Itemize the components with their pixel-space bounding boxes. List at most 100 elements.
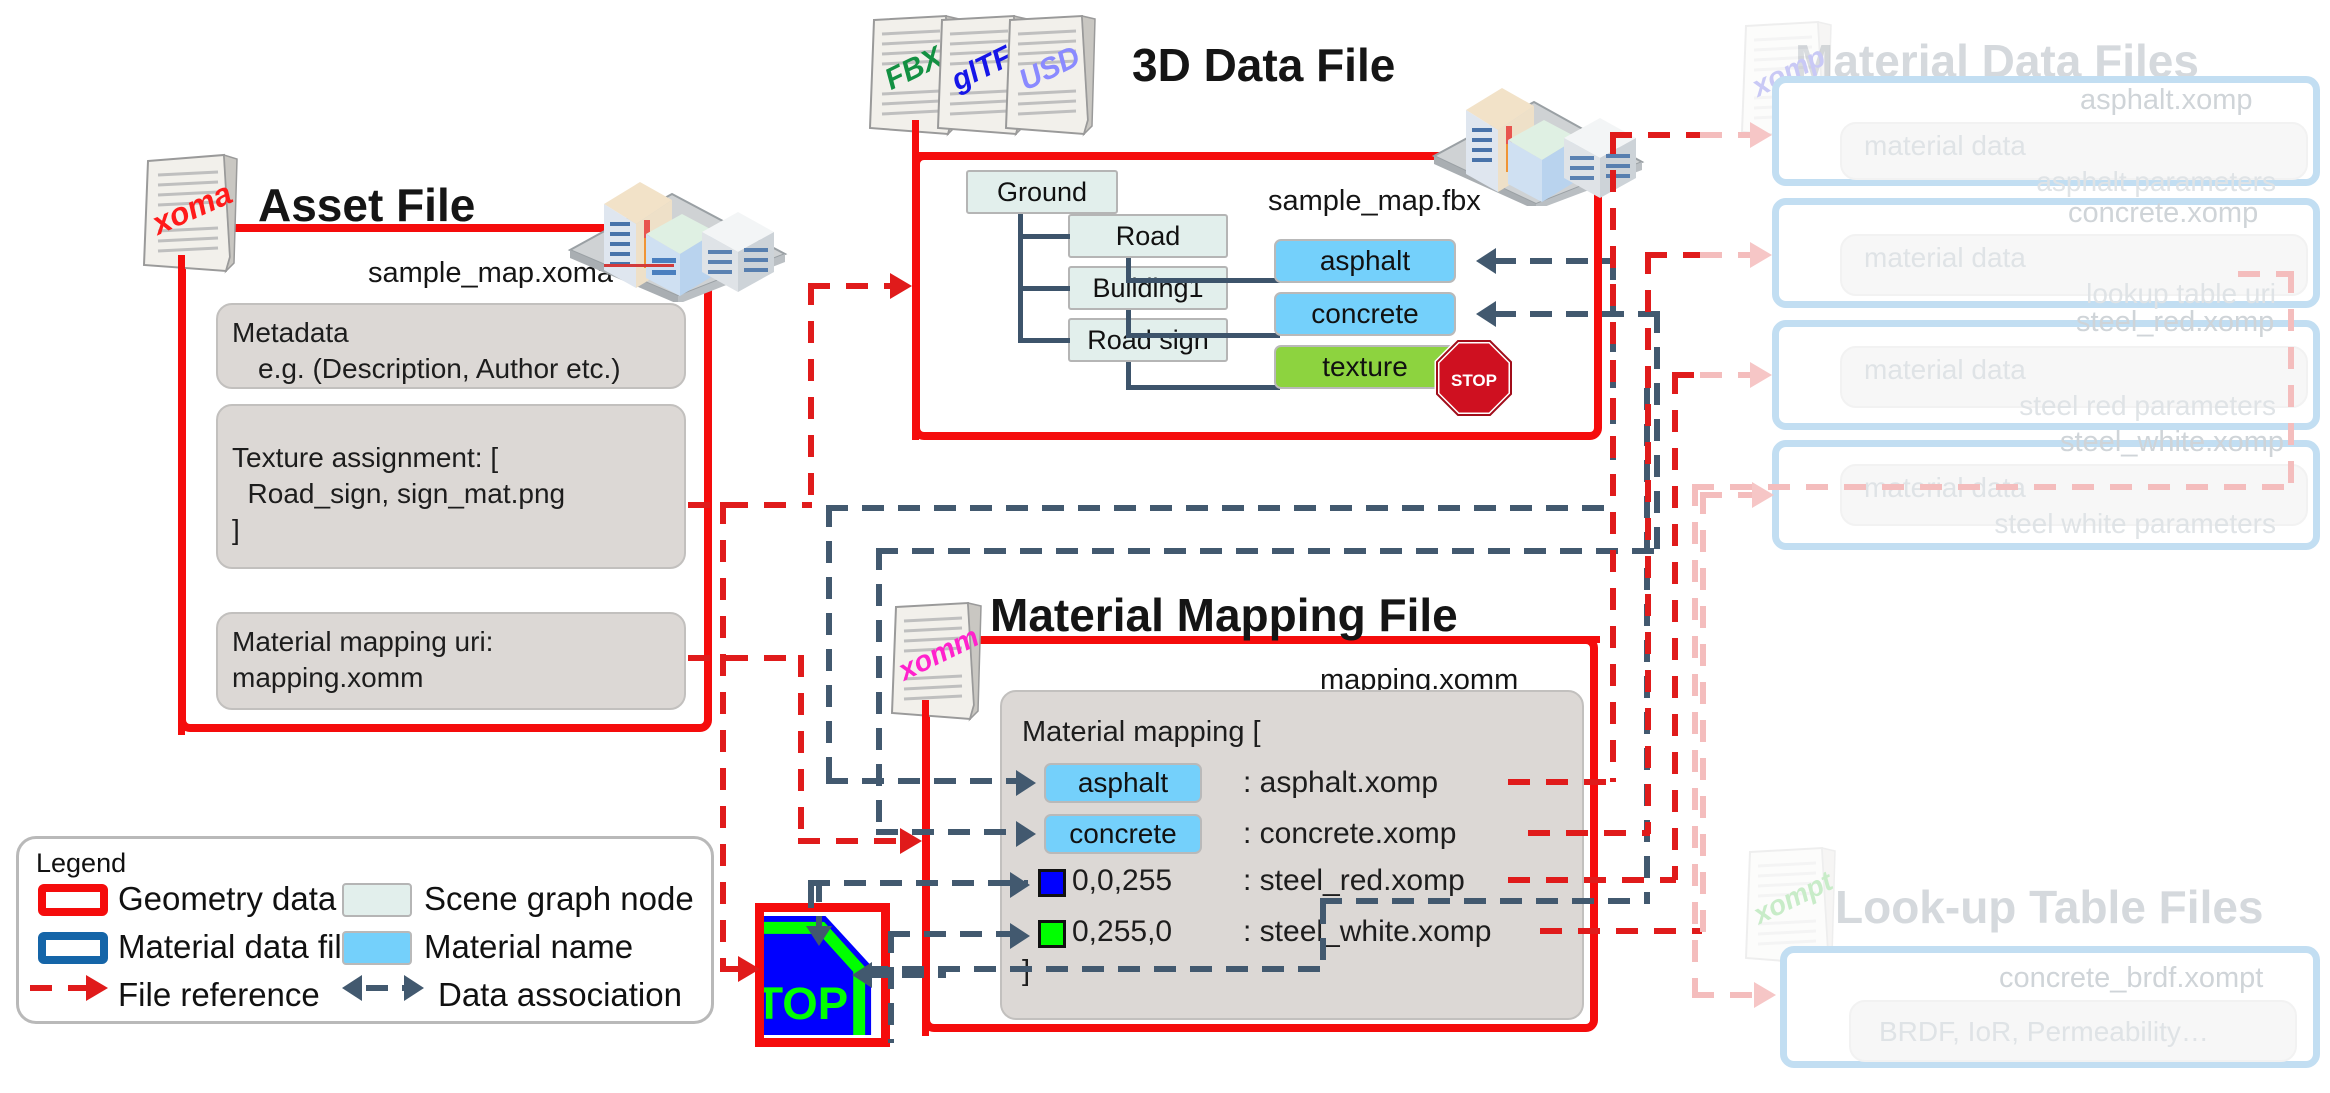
assoc-texture-row-h2: [1320, 898, 1650, 904]
material-data-file-concrete-name: concrete.xomp: [2068, 197, 2259, 229]
assoc-concrete-v: [1654, 311, 1660, 553]
legend-swatch-geometry-data-file: [38, 884, 108, 916]
assoc-steelred-h: [808, 880, 1028, 886]
mapping-header-label: Material mapping [: [1022, 716, 1261, 748]
material-data-file-steel-red-line2: steel red parameters: [2019, 389, 2276, 421]
tree-branch-road: [1018, 234, 1070, 239]
assoc-texture-down-arrow: [806, 926, 832, 946]
svg-text:TOP: TOP: [764, 978, 848, 1029]
assoc-asphalt-h2: [826, 505, 1616, 511]
lookup-table-files-title: Look-up Table Files: [1835, 881, 2264, 933]
mapping-value-steel-red: : steel_red.xomp: [1243, 864, 1465, 897]
ref-asset-to-datafile-arrow: [890, 273, 912, 299]
asset-texture-line3: ]: [232, 513, 240, 545]
scene-node-road-sign[interactable]: Road sign: [1068, 318, 1228, 362]
asset-file-title: Asset File: [258, 179, 476, 231]
mapping-value-concrete: : concrete.xomp: [1243, 817, 1457, 850]
scene-node-building1[interactable]: Building1: [1068, 266, 1228, 310]
ref-steelred-xomp-v: [1672, 372, 1678, 880]
material-name-asphalt[interactable]: asphalt: [1274, 239, 1456, 283]
assoc-concrete-arrow: [1476, 301, 1496, 327]
legend-swatch-file-reference: [30, 985, 92, 991]
ref-lookup-uri-arrow: [1754, 982, 1776, 1008]
material-data-file-asphalt-panel: material data asphalt parameters: [1840, 122, 2308, 197]
material-name-concrete[interactable]: concrete: [1274, 292, 1456, 336]
data-file-left-rule: [912, 120, 919, 440]
tree-road-to-asphalt-h: [1126, 278, 1280, 283]
material-data-file-steel-white-panel: material data steel white parameters: [1840, 464, 2308, 539]
ref-lookup-uri-h2: [1692, 484, 2292, 490]
assoc-concrete-target-arrow: [1016, 821, 1036, 847]
assoc-texture-row-v: [1320, 902, 1326, 972]
material-data-file-concrete-panel: material data lookup table uri: [1840, 234, 2308, 309]
ref-asset-texture-out-h: [688, 502, 812, 508]
ref-asset-mapping-uri-h1: [688, 655, 804, 661]
ref-concrete-xomp-h1: [1528, 830, 1650, 836]
legend-label-scene-graph-node: Scene graph node: [424, 880, 694, 917]
scene-node-ground[interactable]: Ground: [966, 170, 1118, 214]
asset-texture-line1: Texture assignment: [: [232, 442, 499, 473]
ref-lookup-uri-v1: [2288, 271, 2294, 487]
svg-text:STOP: STOP: [1451, 371, 1497, 390]
material-data-file-steel-red-name: steel_red.xomp: [2076, 306, 2275, 338]
ref-concrete-xomp-arrow: [1750, 242, 1772, 268]
material-data-file-asphalt-name: asphalt.xomp: [2080, 84, 2253, 116]
assoc-asphalt-h: [1494, 258, 1616, 264]
assoc-concrete-h2: [876, 548, 1656, 554]
material-data-file-steel-red-line1: material data: [1864, 354, 2026, 385]
ref-asphalt-xomp-arrow: [1750, 122, 1772, 148]
ref-steelred-xomp-h1: [1508, 877, 1676, 883]
legend-data-association-arrow-right: [404, 975, 424, 1001]
material-data-file-steel-red-panel: material data steel red parameters: [1840, 346, 2308, 421]
ref-asphalt-xomp-h2: [1610, 132, 1706, 138]
tree-building1-to-concrete-h: [1126, 333, 1280, 338]
assoc-concrete-v2: [876, 548, 882, 834]
ref-texture-image-arrow: [738, 956, 760, 982]
assoc-steelwhite-target-arrow: [1010, 923, 1030, 949]
assoc-texture-row-h: [866, 966, 1326, 972]
legend-title: Legend: [36, 848, 127, 878]
assoc-asphalt-h3: [826, 778, 1030, 784]
ref-asset-mapping-uri-h2: [798, 838, 908, 844]
assoc-asphalt-v2: [826, 505, 832, 783]
material-data-file-steel-white-line2: steel white parameters: [1994, 507, 2276, 539]
mapping-file-left-rule: [922, 700, 929, 1036]
mapping-swatch-steel-red: [1038, 869, 1066, 897]
mapping-key-steel-white: 0,255,0: [1072, 915, 1173, 948]
ref-asphalt-xomp-v: [1610, 132, 1616, 782]
legend-swatch-material-data-file: [38, 932, 108, 964]
assoc-steelred-target-arrow: [1010, 872, 1030, 898]
mapping-file-title: Material Mapping File: [990, 589, 1458, 641]
ref-asset-to-datafile-h: [808, 283, 894, 289]
lookup-table-file-concrete-brdf-panel: BRDF, IoR, Permeability…: [1849, 1000, 2297, 1062]
legend-label-material-data-file: Material data file: [118, 928, 361, 965]
legend-label-material-name: Material name: [424, 928, 634, 965]
texture-name-texture[interactable]: texture: [1274, 345, 1456, 389]
mapping-key-asphalt[interactable]: asphalt: [1044, 763, 1202, 803]
tree-branch-road-sign: [1018, 338, 1070, 343]
assoc-steelwhite-h: [888, 931, 1028, 937]
scene-node-road[interactable]: Road: [1068, 214, 1228, 258]
assoc-asphalt-target-arrow: [1016, 770, 1036, 796]
material-data-file-asphalt-line2: asphalt parameters: [2036, 165, 2276, 197]
legend-label-file-reference: File reference: [118, 976, 320, 1013]
asset-texture-line2: Road_sign, sign_mat.png: [232, 477, 566, 509]
ref-steelwhite-xomp-v: [1700, 492, 1706, 932]
asset-metadata-line2: e.g. (Description, Author etc.): [258, 352, 621, 384]
material-data-file-steel-white-name: steel_white.xomp: [2060, 426, 2285, 458]
mapping-value-steel-white: : steel_white.xomp: [1243, 915, 1492, 948]
legend-data-association-arrow-left: [342, 975, 362, 1001]
tree-branch-building1: [1018, 286, 1070, 291]
assoc-asphalt-arrow: [1476, 248, 1496, 274]
mapping-swatch-steel-white: [1038, 920, 1066, 948]
mapping-key-concrete[interactable]: concrete: [1044, 814, 1202, 854]
asset-mapping-uri-line1: Material mapping uri:: [232, 626, 494, 657]
asset-mapping-uri-panel: Material mapping uri: mapping.xomm: [216, 612, 686, 710]
data-file-title: 3D Data File: [1132, 39, 1396, 91]
assoc-concrete-h: [1494, 311, 1660, 317]
stop-sign-icon: STOP: [1434, 338, 1514, 418]
ref-concrete-xomp-h2: [1645, 252, 1705, 258]
tree-roadsign-to-texture-h: [1126, 385, 1280, 390]
ref-asphalt-xomp-h1: [1508, 779, 1616, 785]
asset-file-left-rule: [178, 255, 185, 735]
